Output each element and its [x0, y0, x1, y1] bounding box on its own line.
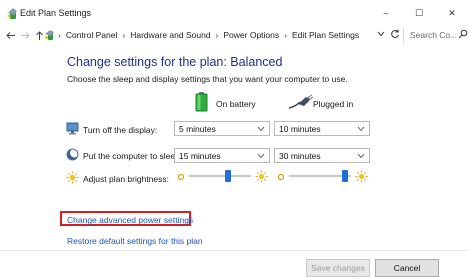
on-battery-header: On battery [216, 99, 256, 109]
display-plugged-value: 10 minutes [279, 124, 321, 134]
save-changes-button[interactable]: Save changes [306, 259, 370, 277]
arrow-up-icon [35, 30, 43, 40]
sleep-plugged-select[interactable]: 30 minutes [274, 148, 370, 163]
breadcrumb: › Control Panel › Hardware and Sound › Power … [58, 30, 359, 40]
dim-sun-icon [177, 173, 185, 181]
close-icon: ✕ [448, 7, 456, 18]
slider-track [189, 175, 251, 177]
plugged-brightness-slider[interactable] [289, 168, 351, 184]
chevron-down-icon [357, 126, 365, 132]
display-battery-value: 5 minutes [179, 124, 216, 134]
battery-icon [195, 92, 208, 112]
breadcrumb-separator: › [58, 30, 61, 40]
refresh-icon [391, 29, 399, 39]
dim-sun-icon [277, 173, 285, 181]
address-history-dropdown[interactable] [377, 30, 385, 39]
monitor-icon [66, 122, 79, 135]
sleep-battery-value: 15 minutes [179, 151, 221, 161]
breadcrumb-item-hardware-and-sound[interactable]: Hardware and Sound [130, 30, 210, 40]
page-title: Change settings for the plan: Balanced [67, 55, 283, 69]
breadcrumb-separator: › [122, 30, 126, 40]
close-button[interactable]: ✕ [438, 4, 466, 22]
sleep-battery-select[interactable]: 15 minutes [174, 148, 270, 163]
chevron-down-icon [357, 153, 365, 159]
slider-thumb[interactable] [342, 170, 348, 182]
power-options-crumb-icon [45, 30, 54, 40]
display-battery-select[interactable]: 5 minutes [174, 121, 270, 136]
breadcrumb-item-edit-plan-settings[interactable]: Edit Plan Settings [292, 30, 359, 40]
brightness-sun-icon [66, 171, 79, 184]
plugged-in-header: Plugged in [313, 99, 354, 109]
back-button[interactable] [4, 29, 16, 41]
battery-brightness-slider[interactable] [189, 168, 251, 184]
adjust-plan-brightness-label: Adjust plan brightness: [83, 174, 169, 184]
page-subtitle: Choose the sleep and display settings th… [67, 74, 348, 84]
change-advanced-power-settings-link[interactable]: Change advanced power settings [67, 215, 193, 225]
sleep-plugged-value: 30 minutes [279, 151, 321, 161]
display-plugged-select[interactable]: 10 minutes [274, 121, 370, 136]
maximize-icon: ☐ [414, 7, 424, 18]
breadcrumb-separator: › [215, 30, 219, 40]
window-title: Edit Plan Settings [20, 8, 92, 18]
slider-thumb[interactable] [225, 170, 231, 182]
put-computer-to-sleep-label: Put the computer to sleep: [83, 151, 183, 161]
chevron-down-icon [257, 153, 265, 159]
minimize-icon: – [383, 8, 389, 18]
sleep-moon-icon [66, 148, 79, 161]
breadcrumb-separator: › [284, 30, 287, 40]
cancel-button[interactable]: Cancel [375, 259, 439, 277]
search-icon [458, 29, 468, 39]
power-options-app-icon [7, 8, 17, 19]
bright-sun-icon [255, 170, 268, 183]
footer-divider [0, 250, 469, 251]
chevron-down-icon [377, 31, 385, 37]
minimize-button[interactable]: – [372, 4, 400, 22]
arrow-left-icon [5, 31, 15, 39]
maximize-button[interactable]: ☐ [405, 4, 433, 22]
refresh-button[interactable] [390, 29, 400, 42]
search-input[interactable] [410, 29, 456, 41]
turn-off-display-label: Turn off the display: [83, 125, 158, 135]
forward-button[interactable] [19, 29, 31, 41]
chevron-down-icon [257, 126, 265, 132]
arrow-right-icon [20, 31, 30, 39]
bright-sun-icon [355, 170, 368, 183]
breadcrumb-item-control-panel[interactable]: Control Panel [66, 30, 118, 40]
search-box[interactable] [403, 27, 468, 43]
restore-default-settings-link[interactable]: Restore default settings for this plan [67, 236, 203, 246]
breadcrumb-item-power-options[interactable]: Power Options [223, 30, 279, 40]
power-plug-icon [288, 94, 314, 109]
